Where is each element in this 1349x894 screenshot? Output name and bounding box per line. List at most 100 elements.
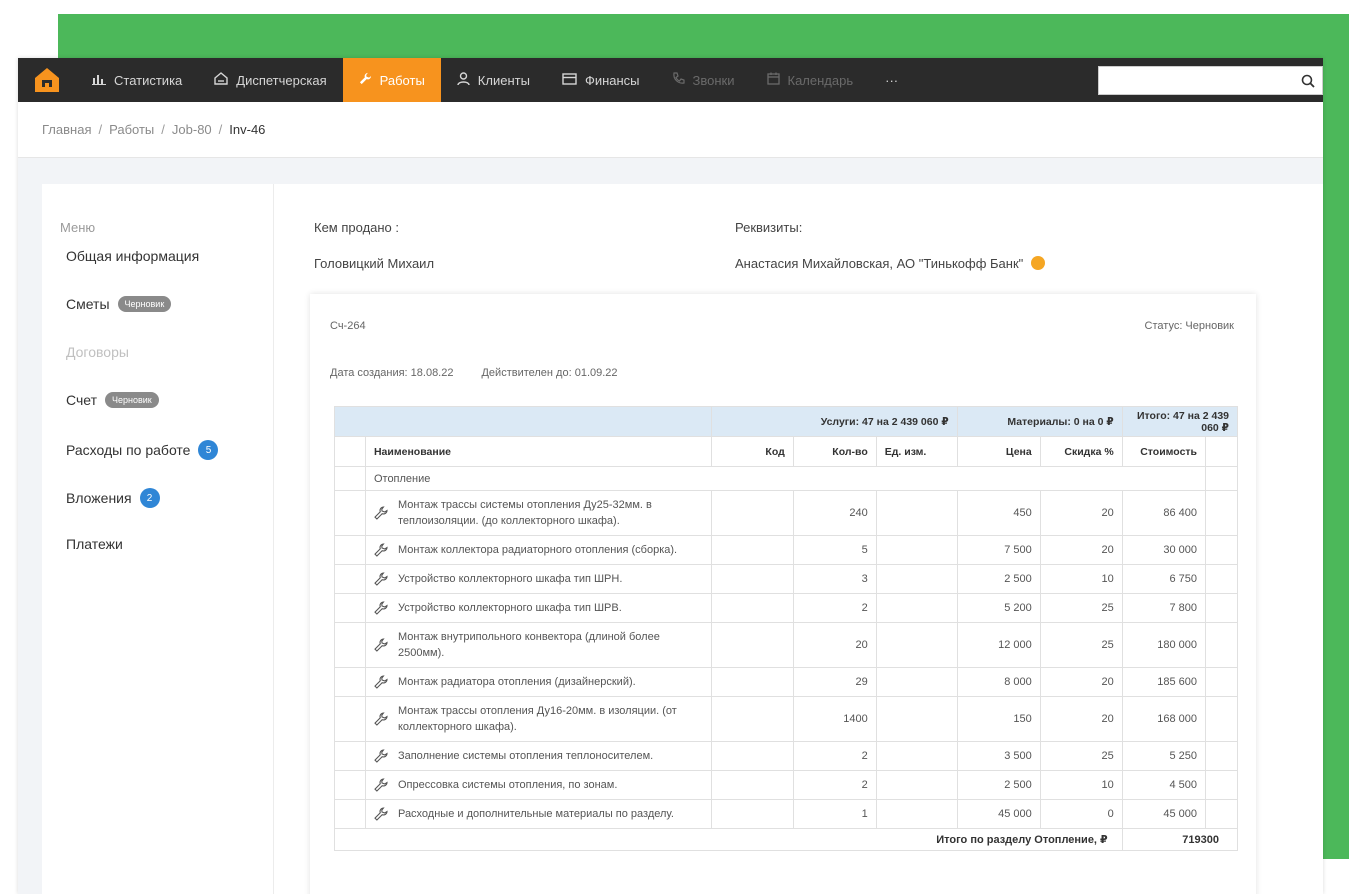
breadcrumb-item-1[interactable]: Работы [109,122,154,137]
table-row[interactable]: Монтаж радиатора отопления (дизайнерский… [334,667,1238,697]
nav-item-5[interactable]: Звонки [656,58,751,102]
cell-code[interactable] [711,593,794,623]
cell-unit[interactable] [875,696,958,742]
cell-discount[interactable]: 20 [1039,490,1123,536]
nav-item-3[interactable]: Клиенты [441,58,546,102]
sidebar-item-1[interactable]: Сметы Черновик [66,296,172,312]
cell-price[interactable]: 5 200 [956,593,1041,623]
table-row[interactable]: Расходные и дополнительные материалы по … [334,799,1238,829]
cell-name[interactable]: Монтаж внутрипольного конвектора (длиной… [364,622,713,668]
cell-code[interactable] [711,667,794,697]
sidebar-item-0[interactable]: Общая информация [66,248,199,264]
cell-unit[interactable] [875,741,958,771]
cell-discount[interactable]: 10 [1039,564,1123,594]
col-price[interactable]: Цена [956,436,1041,467]
table-row[interactable]: Монтаж коллектора радиаторного отопления… [334,535,1238,565]
cell-unit[interactable] [875,593,958,623]
sidebar-item-5[interactable]: Вложения 2 [66,488,160,508]
nav-item-2[interactable]: Работы [342,58,441,102]
cell-discount[interactable]: 25 [1039,741,1123,771]
cell-unit[interactable] [875,770,958,800]
cell-name[interactable]: Монтаж трассы системы отопления Ду25-32м… [364,490,713,536]
breadcrumb-item-2[interactable]: Job-80 [172,122,212,137]
col-cost[interactable]: Стоимость [1121,436,1207,467]
col-qty[interactable]: Кол-во [792,436,877,467]
nav-item-7[interactable]: ··· [869,58,914,102]
cell-price[interactable]: 150 [956,696,1041,742]
table-row[interactable]: Устройство коллекторного шкафа тип ШРВ. 2… [334,593,1238,623]
search-icon[interactable] [1300,73,1316,89]
col-unit[interactable]: Ед. изм. [875,436,958,467]
cell-unit[interactable] [875,667,958,697]
cell-name[interactable]: Расходные и дополнительные материалы по … [364,799,713,829]
cell-code[interactable] [711,799,794,829]
cell-code[interactable] [711,490,794,536]
col-code[interactable]: Код [711,436,794,467]
cell-unit[interactable] [875,490,958,536]
cell-price[interactable]: 450 [956,490,1041,536]
cell-discount[interactable]: 0 [1039,799,1123,829]
cell-discount[interactable]: 20 [1039,667,1123,697]
cell-name[interactable]: Устройство коллекторного шкафа тип ШРН. [364,564,713,594]
cell-price[interactable]: 7 500 [956,535,1041,565]
sidebar-item-6[interactable]: Платежи [66,536,123,552]
cell-unit[interactable] [875,564,958,594]
cell-name[interactable]: Монтаж трассы отопления Ду16-20мм. в изо… [364,696,713,742]
cell-price[interactable]: 2 500 [956,770,1041,800]
cell-qty[interactable]: 1400 [792,696,877,742]
cell-name[interactable]: Монтаж коллектора радиаторного отопления… [364,535,713,565]
search-input[interactable] [1099,67,1289,94]
cell-qty[interactable]: 29 [792,667,877,697]
nav-item-1[interactable]: Диспетчерская [198,58,342,102]
cell-qty[interactable]: 1 [792,799,877,829]
cell-name[interactable]: Опрессовка системы отопления, по зонам. [364,770,713,800]
cell-code[interactable] [711,696,794,742]
cell-code[interactable] [711,770,794,800]
col-discount[interactable]: Скидка % [1039,436,1123,467]
cell-qty[interactable]: 2 [792,770,877,800]
cell-qty[interactable]: 3 [792,564,877,594]
cell-price[interactable]: 3 500 [956,741,1041,771]
cell-name[interactable]: Устройство коллекторного шкафа тип ШРВ. [364,593,713,623]
cell-price[interactable]: 8 000 [956,667,1041,697]
cell-price[interactable]: 45 000 [956,799,1041,829]
cell-qty[interactable]: 5 [792,535,877,565]
cell-code[interactable] [711,535,794,565]
home-logo-icon[interactable] [18,58,76,102]
cell-discount[interactable]: 25 [1039,622,1123,668]
section-title: Отопление [364,466,1207,491]
cell-discount[interactable]: 10 [1039,770,1123,800]
table-row[interactable]: Монтаж трассы системы отопления Ду25-32м… [334,490,1238,536]
cell-name[interactable]: Заполнение системы отопления теплоносите… [364,741,713,771]
cell-code[interactable] [711,741,794,771]
nav-item-6[interactable]: Календарь [751,58,870,102]
cell-name[interactable]: Монтаж радиатора отопления (дизайнерский… [364,667,713,697]
cell-unit[interactable] [875,799,958,829]
table-row[interactable]: Устройство коллекторного шкафа тип ШРН. 3… [334,564,1238,594]
cell-qty[interactable]: 2 [792,593,877,623]
cell-code[interactable] [711,622,794,668]
table-row[interactable]: Монтаж внутрипольного конвектора (длиной… [334,622,1238,668]
table-row[interactable]: Заполнение системы отопления теплоносите… [334,741,1238,771]
nav-item-0[interactable]: Статистика [76,58,198,102]
search-box[interactable] [1098,66,1323,95]
cell-unit[interactable] [875,535,958,565]
table-row[interactable]: Опрессовка системы отопления, по зонам. 2… [334,770,1238,800]
breadcrumb-item-0[interactable]: Главная [42,122,91,137]
col-name[interactable]: Наименование [364,436,713,467]
cell-discount[interactable]: 20 [1039,696,1123,742]
sidebar-item-4[interactable]: Расходы по работе 5 [66,440,219,460]
cell-price[interactable]: 12 000 [956,622,1041,668]
sidebar-item-3[interactable]: Счет Черновик [66,392,159,408]
cell-qty[interactable]: 20 [792,622,877,668]
nav-item-4[interactable]: Финансы [546,58,656,102]
cell-qty[interactable]: 240 [792,490,877,536]
cell-qty[interactable]: 2 [792,741,877,771]
cell-price[interactable]: 2 500 [956,564,1041,594]
table-row[interactable]: Монтаж трассы отопления Ду16-20мм. в изо… [334,696,1238,742]
warning-icon[interactable] [1031,256,1046,270]
cell-unit[interactable] [875,622,958,668]
cell-code[interactable] [711,564,794,594]
cell-discount[interactable]: 25 [1039,593,1123,623]
cell-discount[interactable]: 20 [1039,535,1123,565]
